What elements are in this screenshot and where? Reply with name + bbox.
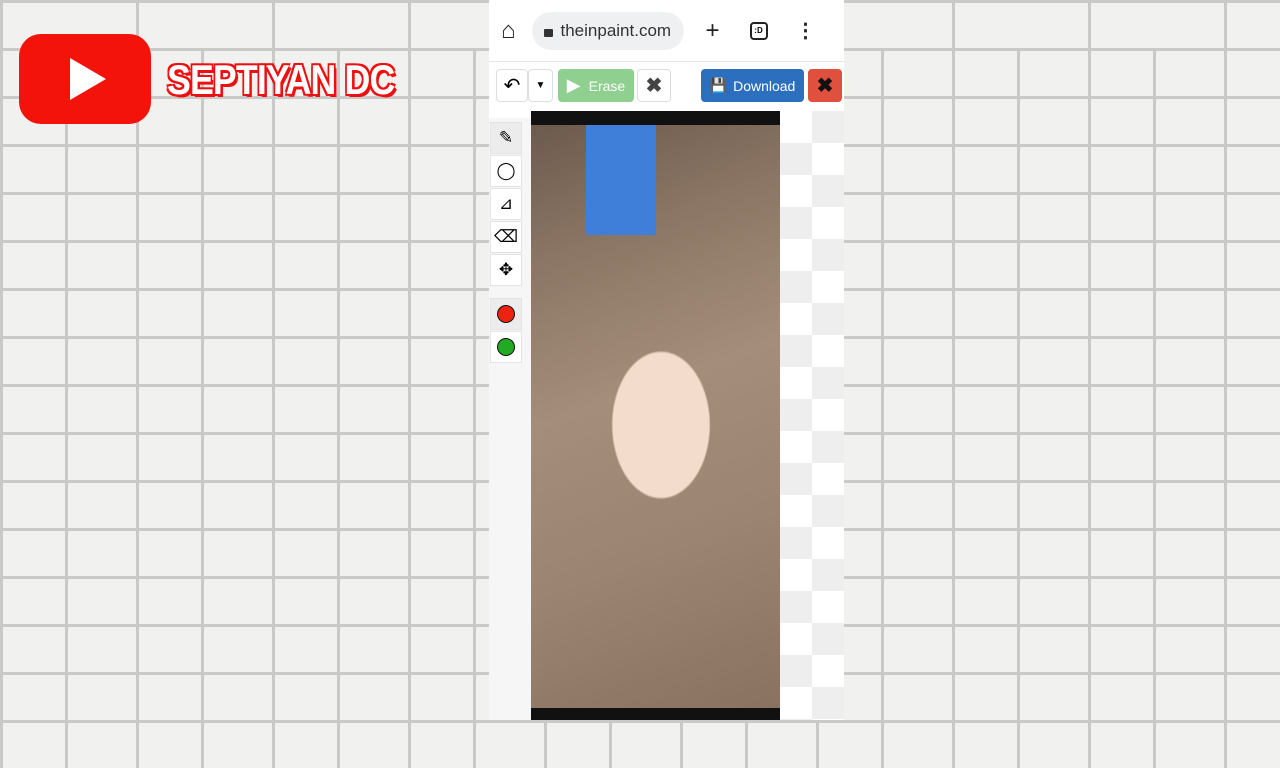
polygon-lasso-icon[interactable]: ⊿ bbox=[490, 188, 522, 220]
marker-icon[interactable]: ✎ bbox=[490, 122, 522, 154]
download-label: Download bbox=[733, 77, 796, 94]
channel-name: SEPTIYAN DC bbox=[167, 56, 395, 103]
youtube-logo bbox=[19, 34, 151, 124]
undo-button[interactable]: ↶ bbox=[496, 69, 528, 102]
erase-button[interactable]: ▶ Erase bbox=[558, 69, 634, 102]
lock-icon bbox=[543, 28, 553, 37]
menu-icon[interactable]: ⋮ bbox=[796, 18, 816, 43]
photo-image bbox=[531, 125, 780, 708]
transparent-area bbox=[780, 111, 844, 720]
red-marker-button[interactable] bbox=[490, 298, 522, 330]
download-button[interactable]: 💾 Download bbox=[701, 69, 804, 102]
lasso-icon[interactable]: ◯ bbox=[490, 155, 522, 187]
close-button[interactable]: ✖ bbox=[808, 69, 842, 102]
save-icon: 💾 bbox=[709, 77, 728, 93]
url-text: theinpaint.com bbox=[560, 20, 672, 40]
eraser-icon[interactable]: ⌫ bbox=[490, 221, 522, 253]
canvas[interactable] bbox=[531, 111, 780, 720]
move-icon[interactable]: ✥ bbox=[490, 254, 522, 286]
play-icon bbox=[70, 58, 106, 100]
home-icon[interactable]: ⌂ bbox=[501, 17, 516, 45]
erase-label: Erase bbox=[588, 77, 626, 94]
new-tab-icon[interactable]: + bbox=[706, 17, 720, 45]
browser-bar: ⌂ theinpaint.com + :D ⋮ bbox=[489, 0, 844, 62]
undo-dropdown[interactable]: ▼ bbox=[528, 69, 553, 102]
address-bar[interactable]: theinpaint.com bbox=[531, 11, 684, 50]
cancel-button[interactable]: ✖ bbox=[637, 69, 671, 102]
green-marker-button[interactable] bbox=[490, 331, 522, 363]
play-icon: ▶ bbox=[566, 75, 581, 95]
tabs-button[interactable]: :D bbox=[749, 21, 768, 40]
